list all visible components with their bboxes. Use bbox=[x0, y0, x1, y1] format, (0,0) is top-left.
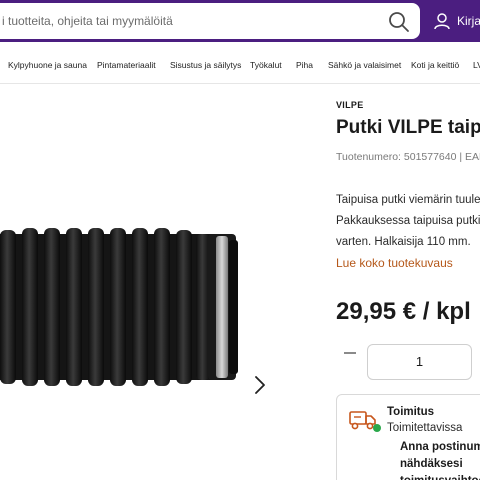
next-image-arrow[interactable] bbox=[252, 374, 268, 396]
product-info: VILPE Putki VILPE taipuis Tuotenumero: 5… bbox=[336, 84, 480, 480]
description-line: varten. Halkaisija 110 mm. bbox=[336, 236, 471, 248]
read-more-link[interactable]: Lue koko tuotekuvaus bbox=[336, 256, 453, 270]
nav-item-sisustus[interactable]: Sisustus ja säilytys bbox=[170, 60, 241, 70]
product-title: Putki VILPE taipuis bbox=[336, 117, 480, 138]
nav-item-piha[interactable]: Piha bbox=[296, 60, 313, 70]
category-nav: Kylpyhuone ja sauna Pintamateriaalit Sis… bbox=[0, 42, 480, 84]
delivery-card: Toimitus Toimitettavissa Anna postinume … bbox=[336, 394, 480, 480]
nav-item-lv[interactable]: LV bbox=[473, 60, 480, 70]
description-line: Taipuisa putki viemärin tuulet bbox=[336, 194, 480, 206]
product-gallery bbox=[0, 84, 320, 480]
search-input[interactable]: i tuotteita, ohjeita tai myymälöitä bbox=[2, 14, 173, 28]
nav-item-koti[interactable]: Koti ja keittiö bbox=[411, 60, 459, 70]
delivery-note-line: nähdäksesi bbox=[400, 458, 463, 470]
brand-name[interactable]: VILPE bbox=[336, 100, 364, 110]
login-label: Kirjau bbox=[457, 14, 480, 28]
nav-item-tyokalut[interactable]: Työkalut bbox=[250, 60, 282, 70]
login-button[interactable]: Kirjau bbox=[432, 11, 480, 31]
product-number: Tuotenumero: 501577640 | EAN bbox=[336, 151, 480, 163]
delivery-note-line: Anna postinume bbox=[400, 441, 480, 453]
delivery-status-label: Toimitettavissa bbox=[387, 422, 463, 434]
delivery-note-line: toimitusvaihtoe bbox=[400, 473, 480, 480]
nav-item-kylpyhuone[interactable]: Kylpyhuone ja sauna bbox=[8, 60, 87, 70]
quantity-input[interactable]: 1 bbox=[367, 344, 472, 380]
delivery-title: Toimitus bbox=[387, 406, 435, 418]
status-dot-icon bbox=[373, 424, 381, 432]
nav-item-sahko[interactable]: Sähkö ja valaisimet bbox=[328, 60, 401, 70]
search-bar[interactable]: i tuotteita, ohjeita tai myymälöitä bbox=[0, 3, 420, 39]
top-header: i tuotteita, ohjeita tai myymälöitä Kirj… bbox=[0, 0, 480, 42]
quantity-decrease-button[interactable] bbox=[344, 352, 356, 354]
search-icon[interactable] bbox=[388, 11, 410, 33]
product-description: Taipuisa putki viemärin tuulet Pakkaukse… bbox=[336, 190, 480, 253]
delivery-status: Toimitettavissa bbox=[373, 422, 463, 434]
user-icon bbox=[434, 13, 450, 30]
product-image bbox=[0, 228, 238, 386]
nav-item-pintamateriaalit[interactable]: Pintamateriaalit bbox=[97, 60, 156, 70]
delivery-note: Anna postinume nähdäksesi toimitusvaihto… bbox=[400, 439, 480, 480]
product-price: 29,95 € / kpl bbox=[336, 298, 471, 325]
description-line: Pakkauksessa taipuisa putki ja bbox=[336, 215, 480, 227]
